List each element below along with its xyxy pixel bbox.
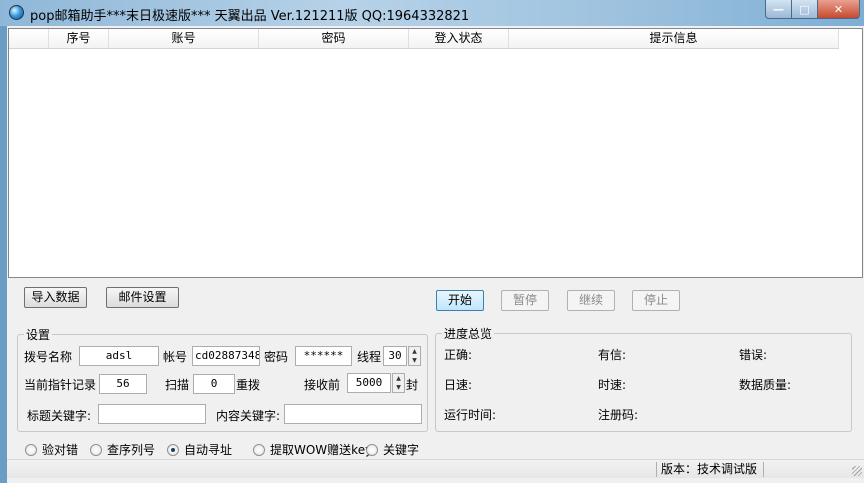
error-label: 错误:	[739, 348, 768, 362]
column-header-password[interactable]: 密码	[259, 29, 409, 48]
radio-indicator[interactable]	[167, 443, 179, 456]
pointer-label: 当前指针记录	[24, 378, 97, 392]
settings-legend: 设置	[26, 328, 51, 342]
version-status: 版本：技术调试版	[656, 462, 764, 477]
account-table[interactable]: 序号 账号 密码 登入状态 提示信息	[8, 28, 863, 278]
continue-button[interactable]: 继续	[567, 290, 615, 311]
reg-code-label: 注册码:	[598, 408, 639, 422]
scan-label: 扫描	[165, 378, 190, 392]
column-header-index[interactable]: 序号	[49, 29, 109, 48]
receive-unit-label: 封	[406, 378, 419, 392]
runtime-label: 运行时间:	[444, 408, 497, 422]
start-button[interactable]: 开始	[436, 290, 484, 311]
radio-auto-address[interactable]: 自动寻址	[167, 441, 232, 458]
close-button[interactable]: ✕	[817, 0, 860, 19]
maximize-button[interactable]: □	[791, 0, 818, 19]
radio-keyword[interactable]: 关键字	[366, 441, 419, 458]
content-keyword-label: 内容关键字:	[216, 409, 281, 423]
column-header-message[interactable]: 提示信息	[509, 29, 839, 48]
hour-speed-label: 时速:	[598, 378, 627, 392]
column-header-account[interactable]: 账号	[109, 29, 259, 48]
minimize-button[interactable]: —	[765, 0, 792, 19]
correct-label: 正确:	[444, 348, 473, 362]
dial-name-input[interactable]: adsl	[79, 346, 159, 366]
window-title: pop邮箱助手***末日极速版*** 天翼出品 Ver.121211版 QQ:1…	[30, 9, 470, 24]
account-label: 帐号	[163, 350, 188, 364]
title-keyword-input[interactable]	[98, 404, 206, 424]
receive-input[interactable]: 5000	[347, 373, 391, 393]
spin-down-icon[interactable]: ▼	[393, 383, 404, 392]
receive-label: 接收前	[304, 378, 341, 392]
spin-down-icon[interactable]: ▼	[409, 356, 420, 365]
title-bar: pop邮箱助手***末日极速版*** 天翼出品 Ver.121211版 QQ:1…	[0, 0, 864, 26]
stop-button[interactable]: 停止	[632, 290, 680, 311]
spin-up-icon[interactable]: ▲	[409, 347, 420, 356]
radio-extract-wow-key[interactable]: 提取WOW赠送key	[253, 441, 372, 458]
receive-spinner[interactable]: ▲ ▼	[392, 373, 405, 393]
radio-serial[interactable]: 查序列号	[90, 441, 155, 458]
threads-input[interactable]: 30	[383, 346, 407, 366]
column-header-blank[interactable]	[9, 29, 49, 48]
radio-indicator[interactable]	[253, 443, 265, 456]
content-keyword-input[interactable]	[284, 404, 422, 424]
radio-indicator[interactable]	[366, 443, 378, 456]
mail-settings-button[interactable]: 邮件设置	[106, 287, 179, 308]
main-window: 序号 账号 密码 登入状态 提示信息 导入数据 邮件设置 开始 暂停 继续 停止…	[7, 26, 864, 483]
radio-verify[interactable]: 验对错	[25, 441, 78, 458]
radio-indicator[interactable]	[25, 443, 37, 456]
status-bar: 版本：技术调试版	[7, 459, 864, 478]
has-mail-label: 有信:	[598, 348, 627, 362]
spin-up-icon[interactable]: ▲	[393, 374, 404, 383]
data-quality-label: 数据质量:	[739, 378, 792, 392]
account-input[interactable]: cd02887348	[192, 346, 260, 366]
threads-label: 线程	[357, 350, 382, 364]
progress-legend: 进度总览	[444, 327, 493, 341]
dial-name-label: 拨号名称	[24, 350, 73, 364]
day-speed-label: 日速:	[444, 378, 473, 392]
radio-indicator[interactable]	[90, 443, 102, 456]
table-header: 序号 账号 密码 登入状态 提示信息	[9, 29, 839, 49]
import-data-button[interactable]: 导入数据	[24, 287, 87, 308]
title-keyword-label: 标题关键字:	[27, 409, 92, 423]
password-label: 密码	[264, 350, 289, 364]
pause-button[interactable]: 暂停	[501, 290, 549, 311]
pointer-input[interactable]: 56	[99, 374, 147, 394]
resize-grip-icon[interactable]	[852, 466, 862, 476]
threads-spinner[interactable]: ▲ ▼	[408, 346, 421, 366]
scan-input[interactable]: 0	[193, 374, 235, 394]
app-globe-icon	[9, 5, 24, 20]
redial-label: 重拨	[236, 378, 261, 392]
password-input[interactable]: ******	[295, 346, 352, 366]
column-header-login-status[interactable]: 登入状态	[409, 29, 509, 48]
